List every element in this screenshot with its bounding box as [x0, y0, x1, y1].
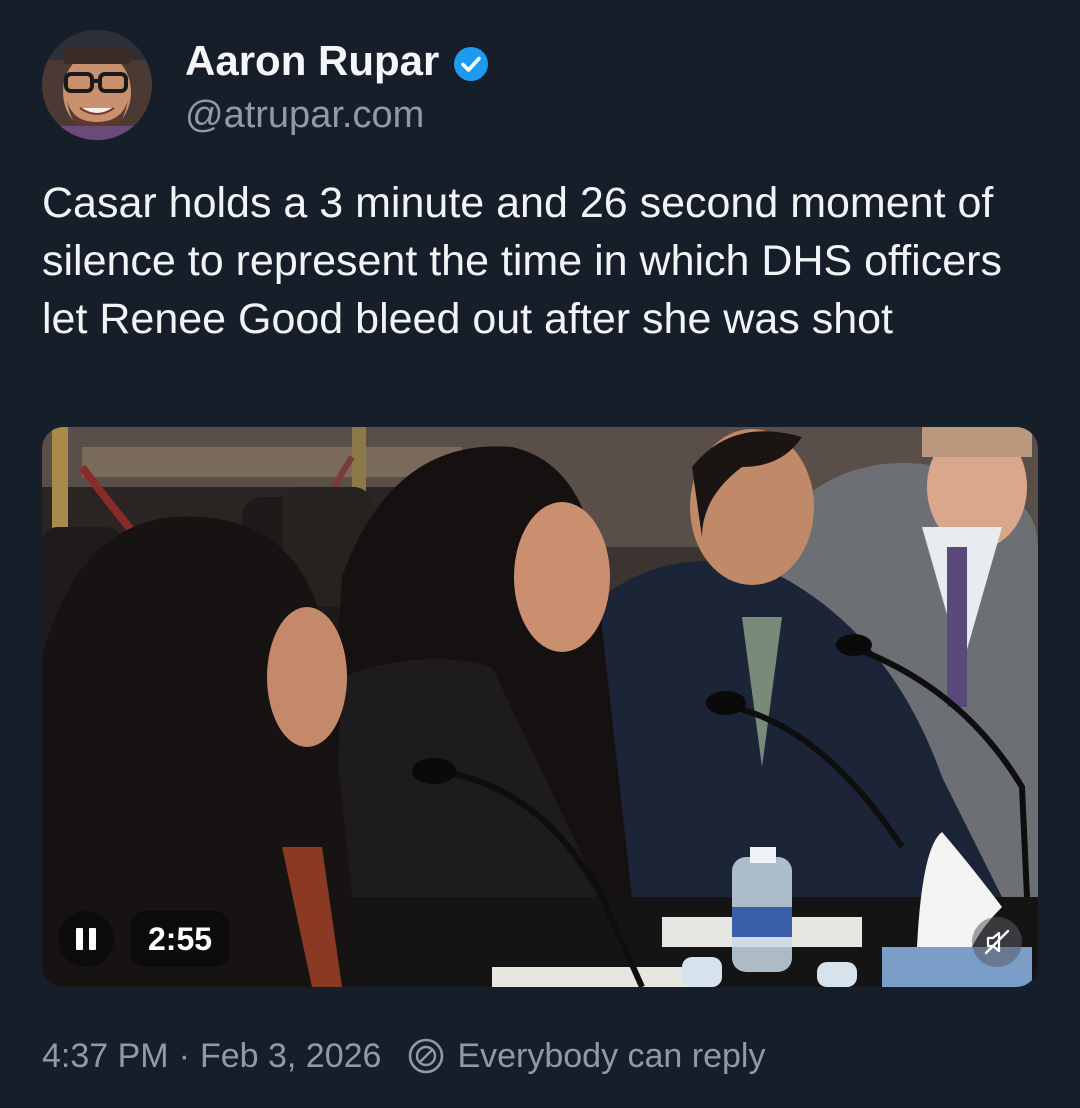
video-time-badge: 2:55 [130, 911, 231, 967]
post-time[interactable]: 4:37 PM [42, 1030, 169, 1082]
pause-button[interactable] [58, 911, 114, 967]
meta-separator: · [178, 1037, 190, 1075]
muted-speaker-icon [984, 929, 1010, 955]
post-meta: 4:37 PM · Feb 3, 2026 Everybody can repl… [42, 1030, 765, 1082]
avatar[interactable] [42, 30, 152, 140]
post-text: Casar holds a 3 minute and 26 second mom… [42, 179, 1002, 343]
unmute-button[interactable] [972, 917, 1022, 967]
author-display-name[interactable]: Aaron Rupar [185, 36, 489, 86]
author-name-text[interactable]: Aaron Rupar [185, 36, 439, 86]
verified-badge-icon [453, 43, 489, 81]
reply-permission-icon [407, 1037, 445, 1075]
reply-setting-label: Everybody can reply [457, 1037, 766, 1075]
video-frame [42, 427, 1038, 987]
video-player[interactable]: 2:55 [42, 427, 1038, 987]
pause-icon [76, 928, 83, 950]
post-date[interactable]: Feb 3, 2026 [200, 1030, 381, 1082]
author-handle[interactable]: @atrupar.com [185, 92, 424, 138]
